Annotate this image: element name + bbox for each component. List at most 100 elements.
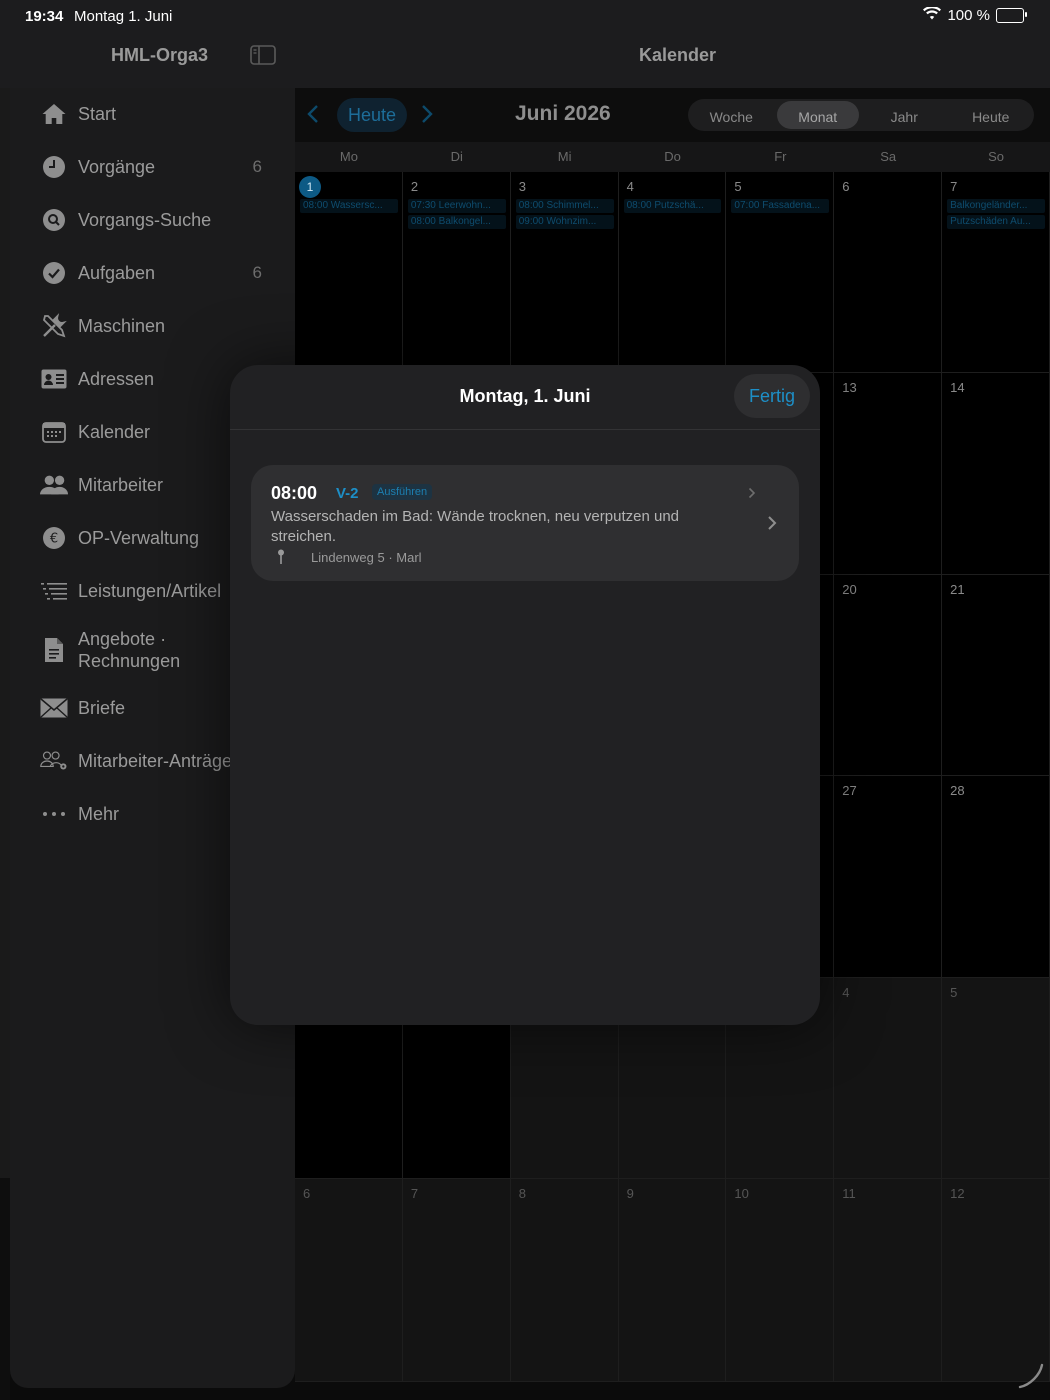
day-cell[interactable]: 20 (834, 575, 943, 776)
day-cell[interactable]: 6 (834, 172, 943, 373)
svg-text:€: € (50, 532, 58, 547)
background-strip (0, 1178, 10, 1400)
day-cell[interactable]: 11 (834, 1179, 943, 1382)
day-cell[interactable]: 4 08:00 Putzschä... (618, 172, 727, 373)
status-badge: Ausführen (372, 484, 433, 500)
day-number: 2 (410, 179, 419, 194)
day-cell[interactable]: 7 (402, 1179, 511, 1382)
day-cell[interactable]: 14 (942, 373, 1050, 575)
day-cell[interactable]: 2 07:30 Leerwohn... 08:00 Balkongel... (402, 172, 511, 373)
battery-icon (996, 8, 1027, 23)
sidebar-item-label: Kalender (78, 421, 151, 442)
weekday-label: Fr (774, 149, 787, 164)
house-icon (40, 100, 68, 128)
day-detail-sheet: Montag, 1. Juni Fertig 08:00 V-2 Ausführ… (230, 365, 820, 1025)
day-cell[interactable]: 27 (834, 776, 943, 978)
background-strip (0, 88, 10, 1178)
day-cell[interactable]: 21 (942, 575, 1050, 776)
sidebar-item-maschinen[interactable]: Maschinen (40, 306, 290, 346)
calendar-event[interactable]: 07:30 Leerwohn... (407, 199, 506, 213)
day-cell[interactable]: 4 (834, 978, 943, 1179)
sidebar-item-vorgaenge[interactable]: Vorgänge 6 (40, 147, 290, 187)
sidebar-item-start[interactable]: Start (40, 94, 290, 134)
calendar-event[interactable]: 07:00 Fassadena... (731, 199, 830, 213)
day-cell[interactable]: 8 (510, 1179, 619, 1382)
day-cell[interactable]: 10 (726, 1179, 835, 1382)
day-number: 21 (950, 582, 965, 597)
chevron-left-icon[interactable] (307, 104, 319, 129)
day-cell[interactable]: 13 (834, 373, 943, 575)
event-address: Lindenweg 5 · Marl (311, 550, 422, 565)
day-cell[interactable]: 3 08:00 Schimmel... 09:00 Wohnzim... (510, 172, 619, 373)
day-number: 5 (734, 179, 742, 194)
sidebar-item-label: Mehr (78, 803, 120, 824)
list-icon (40, 577, 68, 605)
done-button[interactable]: Fertig (734, 374, 810, 418)
day-cell[interactable]: 28 (942, 776, 1050, 978)
search-circle-icon (40, 206, 68, 234)
page-title: Kalender (638, 45, 717, 65)
document-icon (40, 636, 68, 664)
day-number: 7 (950, 179, 958, 194)
battery-percent: 100 % (947, 7, 990, 24)
people-icon (40, 471, 68, 499)
sheet-title: Montag, 1. Juni (459, 386, 591, 406)
day-cell[interactable]: 12 (942, 1179, 1050, 1382)
tools-icon (40, 312, 68, 340)
weekday-label: Do (664, 149, 681, 164)
sidebar-item-vorgangs-suche[interactable]: Vorgangs-Suche (40, 200, 290, 240)
day-number: 11 (842, 1186, 856, 1201)
day-cell[interactable]: 5 07:00 Fassadena... (726, 172, 835, 373)
view-option-woche[interactable]: Woche (690, 101, 773, 129)
day-number: 13 (842, 380, 857, 395)
calendar-event[interactable]: 08:00 Putzschä... (623, 199, 722, 213)
sidebar-item-label: Mitarbeiter-Anträge (78, 750, 233, 771)
sidebar-item-label: Aufgaben (78, 262, 156, 283)
checkmark-circle-icon (40, 259, 68, 287)
day-cell[interactable]: 9 (618, 1179, 727, 1382)
sidebar-item-label: Vorgangs-Suche (78, 209, 212, 230)
sidebar-item-aufgaben[interactable]: Aufgaben 6 (40, 253, 290, 293)
day-cell[interactable]: 5 (942, 978, 1050, 1179)
day-number: 4 (626, 179, 634, 194)
weekday-label: So (988, 149, 1005, 164)
envelope-icon (40, 694, 68, 722)
calendar-event[interactable]: 08:00 Wassersc... (300, 199, 398, 213)
calendar-event[interactable]: 08:00 Balkongel... (407, 215, 506, 229)
sidebar-item-label: Mitarbeiter (78, 474, 164, 495)
day-number: 12 (950, 1186, 965, 1201)
day-number: 14 (950, 380, 965, 395)
day-number: 6 (303, 1186, 311, 1201)
today-button[interactable]: Heute (337, 98, 407, 132)
calendar-event[interactable]: Putzschäden Au... (947, 215, 1045, 229)
view-option-jahr[interactable]: Jahr (863, 101, 946, 129)
chevron-right-icon[interactable] (767, 515, 777, 536)
status-right: 100 % (923, 5, 1027, 24)
chevron-right-icon[interactable] (421, 104, 433, 129)
today-day-number: 1 (299, 176, 321, 198)
view-option-monat[interactable]: Monat (776, 101, 859, 129)
pin-icon (277, 549, 285, 570)
day-cell[interactable]: 1 08:00 Wassersc... (295, 172, 403, 373)
weekday-label: Mo (339, 149, 358, 164)
sidebar-item-label: Angebote · Rechnungen (78, 628, 180, 672)
chevron-right-icon (748, 486, 756, 504)
day-number: 9 (626, 1186, 634, 1201)
weekday-label: Mi (557, 149, 572, 164)
month-title: Juni 2026 (515, 102, 611, 125)
count-badge: 6 (252, 263, 262, 282)
label-line: Angebote · (78, 629, 167, 649)
calendar-event[interactable]: 09:00 Wohnzim... (515, 215, 614, 229)
euro-circle-icon: € (40, 524, 68, 552)
day-cell[interactable]: 6 (295, 1179, 403, 1382)
view-option-heute[interactable]: Heute (950, 101, 1033, 129)
day-cell[interactable]: 7 Balkongeländer... Putzschäden Au... (942, 172, 1050, 373)
calendar-event[interactable]: 08:00 Schimmel... (515, 199, 614, 213)
day-number: 6 (842, 179, 850, 194)
calendar-event[interactable]: Balkongeländer... (947, 199, 1045, 213)
event-card[interactable]: 08:00 V-2 Ausführen Wasserschaden im Bad… (251, 465, 799, 581)
event-description: Wasserschaden im Bad: Wände trocknen, ne… (271, 508, 680, 545)
view-segmented-control: Woche Monat Jahr Heute (688, 99, 1034, 131)
calendar-toolbar: Heute Juni 2026 Woche Monat Jahr Heute (295, 88, 1050, 142)
weekday-label: Sa (880, 149, 897, 164)
